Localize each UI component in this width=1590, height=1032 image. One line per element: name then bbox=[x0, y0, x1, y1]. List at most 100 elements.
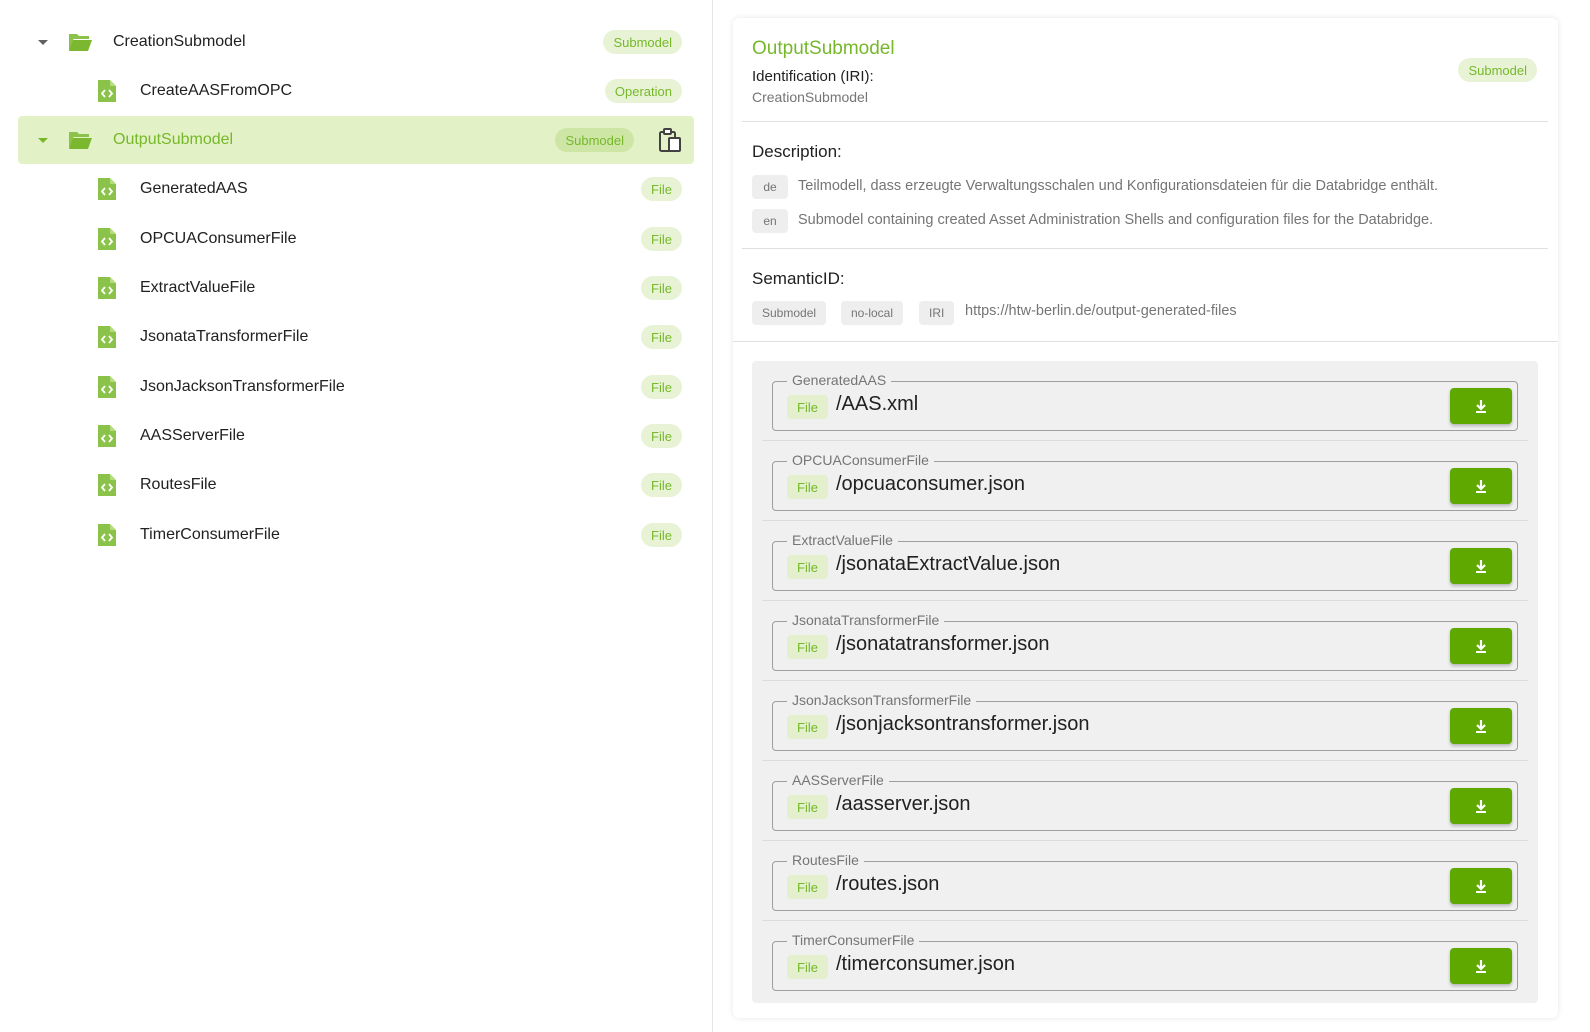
code-file-icon bbox=[97, 424, 123, 448]
download-button[interactable] bbox=[1450, 868, 1512, 904]
download-icon bbox=[1473, 398, 1489, 414]
code-file-icon bbox=[97, 177, 123, 201]
file-item-extractvaluefile: ExtractValueFile File/jsonataExtractValue… bbox=[762, 521, 1528, 601]
file-field: RoutesFile File/routes.json bbox=[772, 852, 1518, 911]
file-path: /routes.json bbox=[836, 873, 940, 895]
download-icon bbox=[1473, 878, 1489, 894]
tree-node-type-badge: File bbox=[641, 375, 682, 399]
tree-node-opcuaconsumerfile[interactable]: OPCUAConsumerFile File bbox=[18, 215, 694, 263]
file-path: /jsonataExtractValue.json bbox=[836, 553, 1061, 575]
expand-caret-icon[interactable] bbox=[36, 35, 50, 49]
file-name-legend: ExtractValueFile bbox=[787, 532, 898, 548]
file-field: AASServerFile File/aasserver.json bbox=[772, 772, 1518, 831]
description-label: Description: bbox=[752, 142, 842, 161]
file-item-opcuaconsumerfile: OPCUAConsumerFile File/opcuaconsumer.json bbox=[762, 441, 1528, 521]
download-button[interactable] bbox=[1450, 628, 1512, 664]
submodel-tree: CreationSubmodel Submodel CreateAASFromOPC… bbox=[0, 0, 712, 1032]
tree-node-label: OPCUAConsumerFile bbox=[140, 230, 297, 247]
folder-open-icon bbox=[67, 128, 93, 152]
tree-node-type-badge: File bbox=[641, 523, 682, 547]
tree-node-label: GeneratedAAS bbox=[140, 180, 248, 197]
tree-node-label: JsonataTransformerFile bbox=[140, 328, 309, 345]
tree-node-creationsubmodel[interactable]: CreationSubmodel Submodel bbox=[18, 18, 694, 66]
file-name-legend: TimerConsumerFile bbox=[787, 932, 920, 948]
download-icon bbox=[1473, 478, 1489, 494]
file-path: /timerconsumer.json bbox=[836, 953, 1015, 975]
file-name-legend: JsonJacksonTransformerFile bbox=[787, 692, 977, 708]
tree-node-jsonjacksontransformerfile[interactable]: JsonJacksonTransformerFile File bbox=[18, 363, 694, 411]
tree-node-outputsubmodel[interactable]: OutputSubmodel Submodel bbox=[18, 116, 694, 164]
file-path: /jsonatatransformer.json bbox=[836, 633, 1050, 655]
tree-node-type-badge: File bbox=[641, 424, 682, 448]
file-path: /opcuaconsumer.json bbox=[836, 473, 1026, 495]
detail-title: OutputSubmodel bbox=[752, 38, 895, 59]
file-field: ExtractValueFile File/jsonataExtractValue… bbox=[772, 532, 1518, 591]
description-en: Submodel containing created Asset Admini… bbox=[798, 212, 1434, 228]
file-field: TimerConsumerFile File/timerconsumer.json bbox=[772, 932, 1518, 991]
file-field: JsonJacksonTransformerFile File/jsonjacks… bbox=[772, 692, 1518, 751]
tree-node-label: TimerConsumerFile bbox=[140, 526, 280, 543]
tree-node-type-badge: File bbox=[641, 325, 682, 349]
file-type-badge: File bbox=[787, 795, 828, 819]
file-name-legend: AASServerFile bbox=[787, 772, 889, 788]
tree-node-jsonatatransformerfile[interactable]: JsonataTransformerFile File bbox=[18, 313, 694, 361]
file-field: JsonataTransformerFile File/jsonatatransf… bbox=[772, 612, 1518, 671]
expand-caret-icon[interactable] bbox=[36, 133, 50, 147]
download-icon bbox=[1473, 958, 1489, 974]
submodel-detail-panel: OutputSubmodel Submodel Identification (… bbox=[733, 18, 1558, 1018]
file-name-legend: JsonataTransformerFile bbox=[787, 612, 945, 628]
semantic-id-label: SemanticID: bbox=[752, 269, 845, 288]
identification-value: CreationSubmodel bbox=[752, 89, 868, 105]
tree-node-label: AASServerFile bbox=[140, 427, 245, 444]
tree-node-type-badge: Submodel bbox=[555, 128, 634, 152]
semantic-chip-submodel: Submodel bbox=[752, 301, 827, 325]
file-path: /AAS.xml bbox=[836, 393, 919, 415]
tree-node-label: CreateAASFromOPC bbox=[140, 82, 293, 99]
tree-node-label: JsonJacksonTransformerFile bbox=[140, 378, 345, 395]
code-file-icon bbox=[97, 325, 123, 349]
tree-node-label: ExtractValueFile bbox=[140, 279, 256, 296]
download-button[interactable] bbox=[1450, 388, 1512, 424]
download-icon bbox=[1473, 798, 1489, 814]
download-button[interactable] bbox=[1450, 548, 1512, 584]
file-item-generatedaas: GeneratedAAS File/AAS.xml bbox=[762, 361, 1528, 441]
file-item-jsonatatransformerfile: JsonataTransformerFile File/jsonatatransf… bbox=[762, 601, 1528, 681]
code-file-icon bbox=[97, 523, 123, 547]
tree-node-extractvaluefile[interactable]: ExtractValueFile File bbox=[18, 264, 694, 312]
tree-node-timerconsumerfile[interactable]: TimerConsumerFile File bbox=[18, 511, 694, 559]
file-name-legend: GeneratedAAS bbox=[787, 372, 892, 388]
tree-node-type-badge: File bbox=[641, 177, 682, 201]
file-type-badge: File bbox=[787, 715, 828, 739]
tree-node-createaasfromopc[interactable]: CreateAASFromOPC Operation bbox=[18, 67, 694, 115]
file-path: /jsonjacksontransformer.json bbox=[836, 713, 1090, 735]
download-button[interactable] bbox=[1450, 708, 1512, 744]
file-item-jsonjacksontransformerfile: JsonJacksonTransformerFile File/jsonjacks… bbox=[762, 681, 1528, 761]
tree-node-type-badge: Submodel bbox=[603, 30, 682, 54]
clipboard-icon[interactable] bbox=[656, 126, 684, 154]
tree-node-label: OutputSubmodel bbox=[113, 131, 234, 148]
download-button[interactable] bbox=[1450, 948, 1512, 984]
tree-node-label: RoutesFile bbox=[140, 476, 217, 493]
tree-node-type-badge: File bbox=[641, 276, 682, 300]
file-type-badge: File bbox=[787, 475, 828, 499]
panel-divider bbox=[712, 0, 713, 1032]
download-button[interactable] bbox=[1450, 468, 1512, 504]
tree-node-routesfile[interactable]: RoutesFile File bbox=[18, 461, 694, 509]
file-item-aasserverfile: AASServerFile File/aasserver.json bbox=[762, 761, 1528, 841]
download-button[interactable] bbox=[1450, 788, 1512, 824]
semantic-chip-no-local: no-local bbox=[841, 301, 904, 325]
code-file-icon bbox=[97, 227, 123, 251]
code-file-icon bbox=[97, 375, 123, 399]
tree-node-generatedaas[interactable]: GeneratedAAS File bbox=[18, 165, 694, 213]
file-name-legend: OPCUAConsumerFile bbox=[787, 452, 934, 468]
file-type-badge: File bbox=[787, 955, 828, 979]
semantic-id-value: https://htw-berlin.de/output-generated-f… bbox=[965, 303, 1237, 319]
description-de: Teilmodell, dass erzeugte Verwaltungssch… bbox=[798, 178, 1439, 194]
file-field: GeneratedAAS File/AAS.xml bbox=[772, 372, 1518, 431]
tree-node-type-badge: File bbox=[641, 473, 682, 497]
code-file-icon bbox=[97, 79, 123, 103]
tree-node-type-badge: File bbox=[641, 227, 682, 251]
tree-node-aasserverfile[interactable]: AASServerFile File bbox=[18, 412, 694, 460]
lang-chip-en: en bbox=[752, 209, 788, 233]
download-icon bbox=[1473, 638, 1489, 654]
